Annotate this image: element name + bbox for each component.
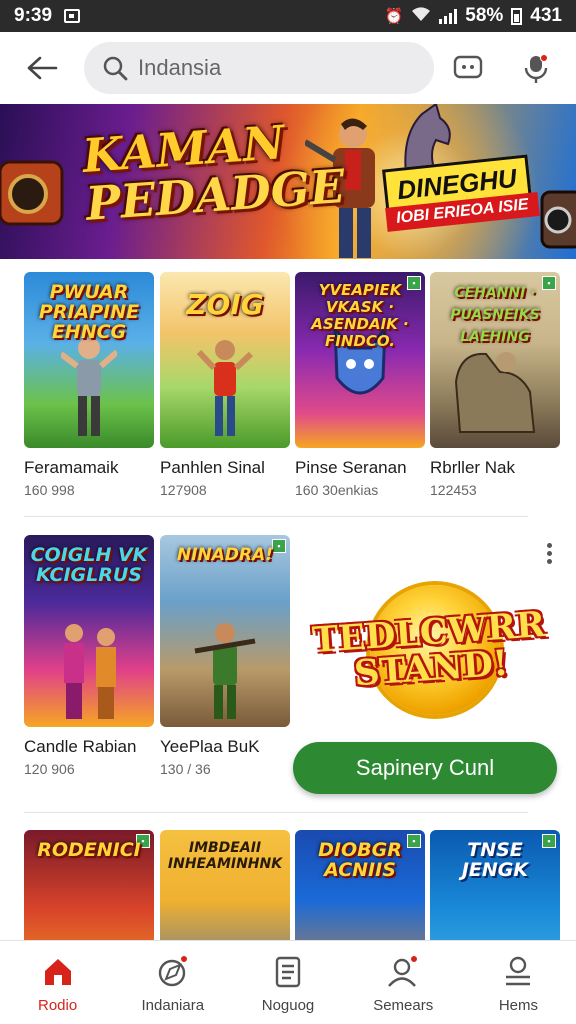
game-logo: PWUAR PRIAPINE EHNCG	[38, 281, 140, 343]
chat-icon	[453, 55, 483, 79]
nav-label: Rodio	[38, 997, 78, 1014]
game-card[interactable]: ▪ YVEAPIEK VKASK · ASENDAIK · FINDCO. Pi…	[295, 272, 425, 498]
app-root: 9:39 ⏰ 58% 431 Indansia KAMAN PEDADGE DI…	[0, 0, 576, 1024]
game-logo: RODENICI	[37, 839, 141, 861]
promo-headline: TEDLCWRR STAND!	[298, 604, 562, 696]
game-thumbnail: PWUAR PRIAPINE EHNCG	[24, 272, 154, 448]
game-thumbnail: COIGLH VK KCIGLRUS	[24, 535, 154, 727]
game-thumbnail: ▪ DIOBGR ACNIIS	[295, 830, 425, 940]
game-logo: ZOIG	[186, 288, 264, 321]
back-button[interactable]	[0, 32, 84, 104]
game-logo: IMBDEAII INHEAMINHNK	[167, 840, 283, 872]
promo-cta-button[interactable]: Sapinery Cunl	[293, 742, 557, 794]
game-thumbnail: ZOIG	[160, 272, 290, 448]
game-thumbnail: ▪ RODENICI	[24, 830, 154, 940]
voice-button[interactable]	[502, 32, 570, 104]
person-icon	[386, 955, 420, 989]
top-bar	[0, 32, 576, 104]
game-title: YeePlaa BuK	[160, 737, 260, 756]
nav-item-home[interactable]: Rodio	[0, 941, 115, 1024]
game-meta: 120 906	[24, 761, 75, 777]
section-divider	[24, 812, 528, 813]
game-thumbnail: ▪ TNSE JENGK	[430, 830, 560, 940]
game-logo: CEHANNI · PUASNEIKS LAEHING	[450, 285, 540, 345]
game-row-3: ▪ RODENICI IMBDEAII INHEAMINHNK ▪ DIOBGR…	[0, 830, 576, 940]
game-title: Panhlen Sinal	[160, 458, 265, 477]
explore-icon	[156, 955, 190, 989]
search-icon	[103, 56, 128, 81]
game-title: Candle Rabian	[24, 737, 137, 756]
search-input[interactable]	[138, 55, 398, 81]
game-thumbnail: ▪ CEHANNI · PUASNEIKS LAEHING	[430, 272, 560, 448]
banner-title: KAMAN PEDADGE	[81, 115, 347, 231]
game-card[interactable]: ▪ NINADRA! YeePlaa BuK 130 / 36	[160, 535, 290, 777]
character-figure	[61, 337, 117, 436]
home-icon	[44, 959, 71, 985]
game-title: Pinse Seranan	[295, 458, 407, 477]
banner-cannon-right	[540, 190, 576, 249]
game-card[interactable]: ▪ RODENICI	[24, 830, 154, 940]
game-logo: COIGLH VK KCIGLRUS	[30, 544, 148, 586]
battery-icon	[511, 7, 523, 25]
game-card[interactable]: ZOIG Panhlen Sinal 127908	[160, 272, 290, 498]
game-logo: TNSE JENGK	[461, 839, 529, 881]
nav-label: Noguog	[261, 997, 315, 1014]
game-card[interactable]: ▪ CEHANNI · PUASNEIKS LAEHING Rbrller Na…	[430, 272, 560, 498]
game-thumbnail: IMBDEAII INHEAMINHNK	[160, 830, 290, 940]
game-row-1: PWUAR PRIAPINE EHNCG Feramamaik 160 998 …	[0, 272, 576, 502]
nav-item-people[interactable]: Semears	[346, 941, 461, 1024]
status-time: 9:39	[14, 5, 53, 26]
search-bar[interactable]	[84, 42, 434, 94]
nav-label: Semears	[373, 997, 434, 1014]
hero-banner[interactable]: KAMAN PEDADGE DINEGHU IOBI ERIEOA ISIE	[0, 104, 576, 259]
game-meta: 130 / 36	[160, 761, 211, 777]
alarm-icon: ⏰	[384, 8, 404, 25]
character-figure	[197, 340, 253, 436]
game-card[interactable]: PWUAR PRIAPINE EHNCG Feramamaik 160 998	[24, 272, 154, 498]
explore-notification-dot	[179, 955, 188, 963]
game-logo: YVEAPIEK VKASK · ASENDAIK · FINDCO.	[311, 281, 409, 350]
battery-percent: 58%	[465, 5, 504, 26]
game-logo: DIOBGR ACNIIS	[318, 839, 402, 881]
game-card[interactable]: ▪ DIOBGR ACNIIS	[295, 830, 425, 940]
game-title: Feramamaik	[24, 458, 119, 477]
account-icon	[506, 956, 531, 986]
nav-item-explore[interactable]: Indaniara	[115, 941, 230, 1024]
status-extra: 431	[530, 5, 562, 26]
game-thumbnail: ▪ NINADRA!	[160, 535, 290, 727]
back-arrow-icon	[27, 56, 58, 80]
wifi-icon	[411, 6, 431, 26]
section-divider	[24, 516, 528, 517]
status-bar: 9:39 ⏰ 58% 431	[0, 0, 576, 32]
game-card[interactable]: IMBDEAII INHEAMINHNK	[160, 830, 290, 940]
game-meta: 122453	[430, 482, 477, 498]
nav-label: Indaniara	[141, 997, 205, 1014]
game-meta: 160 30enkias	[295, 482, 379, 498]
game-meta: 127908	[160, 482, 207, 498]
voice-notification-dot	[540, 54, 548, 62]
nav-item-account[interactable]: Hems	[461, 941, 576, 1024]
character-figure	[194, 623, 256, 719]
character-figure	[454, 352, 536, 433]
notification-icon	[64, 9, 81, 23]
nav-label: Hems	[498, 997, 538, 1014]
game-card[interactable]: ▪ TNSE JENGK	[430, 830, 560, 940]
character-figure	[64, 624, 116, 719]
game-thumbnail: ▪ YVEAPIEK VKASK · ASENDAIK · FINDCO.	[295, 272, 425, 448]
game-title: Rbrller Nak	[430, 458, 516, 477]
game-meta: 160 998	[24, 482, 75, 498]
bottom-navigation: Rodio Indaniara Noguog Semears Hems	[0, 940, 576, 1024]
signal-icon	[439, 8, 458, 24]
banner-cannon-left	[0, 160, 64, 226]
list-icon	[275, 956, 301, 988]
game-card[interactable]: COIGLH VK KCIGLRUS Candle Rabian 120 906	[24, 535, 154, 777]
chat-button[interactable]	[434, 32, 502, 104]
nav-item-list[interactable]: Noguog	[230, 941, 345, 1024]
game-logo: NINADRA!	[176, 545, 274, 565]
